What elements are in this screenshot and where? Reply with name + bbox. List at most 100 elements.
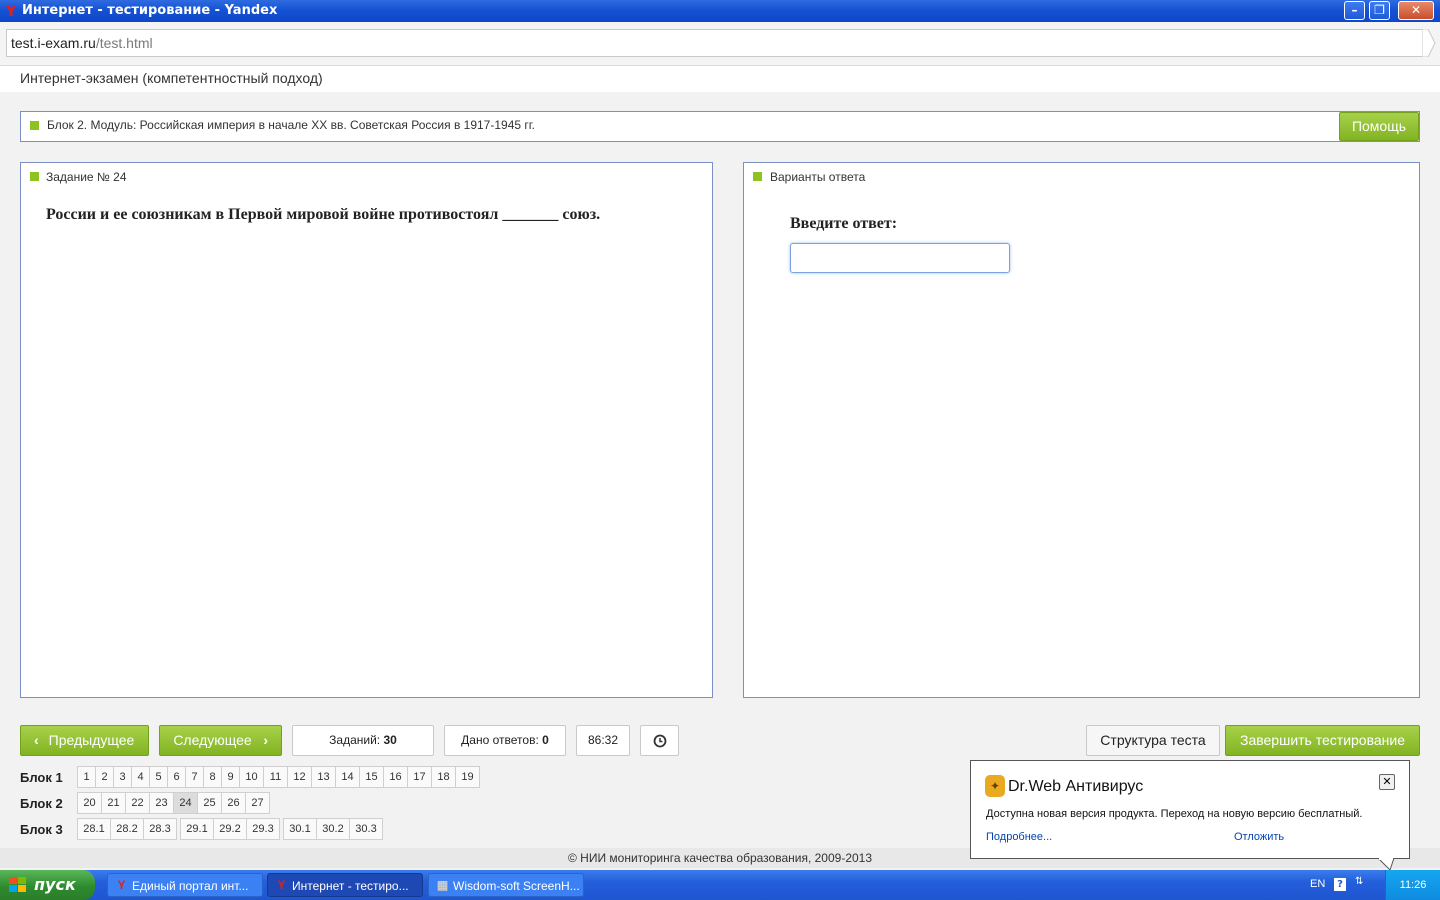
system-clock[interactable]: 11:26 [1385, 870, 1440, 900]
question-nav-item[interactable]: 25 [197, 792, 222, 814]
popup-close-button[interactable]: ✕ [1379, 774, 1395, 790]
minimize-button[interactable]: – [1344, 1, 1365, 20]
popup-title: Dr.Web Антивирус [1008, 778, 1144, 795]
clock-icon [653, 734, 666, 748]
popup-more-link[interactable]: Подробнее... [986, 831, 1052, 843]
question-nav-item[interactable]: 18 [431, 766, 456, 788]
question-nav-item[interactable]: 30.3 [349, 818, 383, 840]
start-button[interactable]: пуск [0, 870, 95, 900]
tasks-count-label: Заданий: [329, 733, 381, 747]
block-1-label: Блок 1 [20, 770, 63, 785]
timer-toggle-button[interactable] [640, 725, 679, 756]
question-nav-item[interactable]: 10 [239, 766, 264, 788]
tasks-count-value: 30 [383, 733, 397, 747]
drweb-spider-icon: ✦ [985, 775, 1005, 797]
question-nav-item[interactable]: 16 [383, 766, 408, 788]
popup-later-link[interactable]: Отложить [1234, 831, 1284, 843]
answer-options-label: Варианты ответа [770, 170, 866, 184]
taskbar-item-label: Wisdom-soft ScreenH... [453, 879, 580, 893]
close-button[interactable]: ✕ [1398, 1, 1434, 20]
taskbar: пуск Y Единый портал инт... Y Интернет -… [0, 870, 1440, 900]
green-square-icon [753, 172, 762, 181]
chevron-left-icon: ‹ [34, 732, 39, 748]
question-nav-item[interactable]: 29.3 [246, 818, 280, 840]
url-arrow-icon[interactable] [1422, 29, 1436, 57]
finish-test-button[interactable]: Завершить тестирование [1225, 725, 1420, 756]
question-nav-item[interactable]: 29.1 [180, 818, 214, 840]
question-nav-item[interactable]: 29.2 [213, 818, 247, 840]
question-nav-item[interactable]: 1 [77, 766, 96, 788]
question-nav-item[interactable]: 20 [77, 792, 102, 814]
window-titlebar: Y Интернет - тестирование - Yandex – ❐ ✕ [0, 0, 1440, 22]
yandex-browser-icon: Y [277, 878, 286, 892]
question-nav-item[interactable]: 19 [455, 766, 480, 788]
taskbar-item-testing[interactable]: Y Интернет - тестиро... [267, 873, 423, 897]
question-nav-item[interactable]: 2 [95, 766, 114, 788]
start-label: пуск [34, 875, 76, 894]
task-number: Задание № 24 [46, 170, 127, 184]
question-nav-item[interactable]: 9 [221, 766, 240, 788]
taskbar-item-portal[interactable]: Y Единый портал инт... [107, 873, 263, 897]
taskbar-item-label: Интернет - тестиро... [292, 879, 409, 893]
yandex-browser-icon: Y [117, 878, 126, 892]
yandex-browser-icon: Y [5, 2, 17, 20]
question-nav-item[interactable]: 11 [263, 766, 288, 788]
help-button[interactable]: Помощь [1339, 112, 1419, 141]
block-title-bar: Блок 2. Модуль: Российская империя в нач… [20, 111, 1420, 142]
previous-label: Предыдущее [48, 732, 135, 748]
previous-button[interactable]: ‹ Предыдущее [20, 725, 149, 756]
question-nav-item[interactable]: 28.3 [143, 818, 177, 840]
question-nav-item[interactable]: 5 [149, 766, 168, 788]
green-square-icon [30, 172, 39, 181]
taskbar-item-screenhunter[interactable]: ▦ Wisdom-soft ScreenH... [428, 873, 584, 897]
question-nav-item[interactable]: 13 [311, 766, 336, 788]
question-nav-item[interactable]: 3 [113, 766, 132, 788]
question-nav-item[interactable]: 14 [335, 766, 360, 788]
question-nav-item[interactable]: 26 [221, 792, 246, 814]
language-indicator[interactable]: EN [1310, 878, 1325, 890]
question-nav-item[interactable]: 7 [185, 766, 204, 788]
answer-input[interactable] [790, 243, 1010, 273]
windows-flag-icon [9, 877, 26, 892]
answered-count-value: 0 [542, 733, 549, 747]
question-nav-item[interactable]: 24 [173, 792, 198, 814]
question-nav-item[interactable]: 23 [149, 792, 174, 814]
question-nav-item[interactable]: 15 [359, 766, 384, 788]
question-nav-item[interactable]: 17 [407, 766, 432, 788]
answer-prompt: Введите ответ: [790, 215, 898, 232]
task-panel: Задание № 24 [20, 162, 713, 698]
taskbar-item-label: Единый портал инт... [132, 879, 249, 893]
question-nav-item[interactable]: 27 [245, 792, 270, 814]
drweb-notification: ✦ Dr.Web Антивирус ✕ Доступна новая верс… [970, 760, 1410, 859]
question-nav-item[interactable]: 30.1 [283, 818, 317, 840]
next-button[interactable]: Следующее › [159, 725, 282, 756]
question-nav-item[interactable]: 28.2 [110, 818, 144, 840]
help-tray-icon[interactable]: ? [1334, 878, 1346, 891]
screenhunter-icon: ▦ [436, 878, 449, 892]
question-text: России и ее союзникам в Первой мировой в… [46, 206, 601, 223]
maximize-button[interactable]: ❐ [1369, 1, 1390, 20]
next-label: Следующее [173, 732, 252, 748]
question-nav-item[interactable]: 22 [125, 792, 150, 814]
answered-count-box: Дано ответов: 0 [444, 725, 566, 756]
question-nav-item[interactable]: 28.1 [77, 818, 111, 840]
url-input[interactable]: test.i-exam.ru/test.html [6, 29, 1426, 57]
question-nav-item[interactable]: 6 [167, 766, 186, 788]
url-path: /test.html [95, 35, 153, 51]
question-nav-item[interactable]: 12 [287, 766, 312, 788]
question-nav-item[interactable]: 30.2 [316, 818, 350, 840]
question-nav-item[interactable]: 4 [131, 766, 150, 788]
page-header: Интернет-экзамен (компетентностный подхо… [0, 66, 1440, 92]
timer-display: 86:32 [576, 725, 630, 756]
url-host: test.i-exam.ru [11, 35, 96, 51]
test-structure-button[interactable]: Структура теста [1086, 725, 1220, 756]
question-nav-item[interactable]: 21 [101, 792, 126, 814]
block-3-label: Блок 3 [20, 822, 63, 837]
window-title: Интернет - тестирование - Yandex [22, 3, 278, 18]
question-nav-item[interactable]: 8 [203, 766, 222, 788]
network-tray-icon[interactable]: ⇅ [1355, 876, 1363, 887]
block-2-label: Блок 2 [20, 796, 63, 811]
answered-count-label: Дано ответов: [461, 733, 539, 747]
block-title: Блок 2. Модуль: Российская империя в нач… [47, 118, 536, 132]
popup-message: Доступна новая версия продукта. Переход … [986, 808, 1363, 820]
